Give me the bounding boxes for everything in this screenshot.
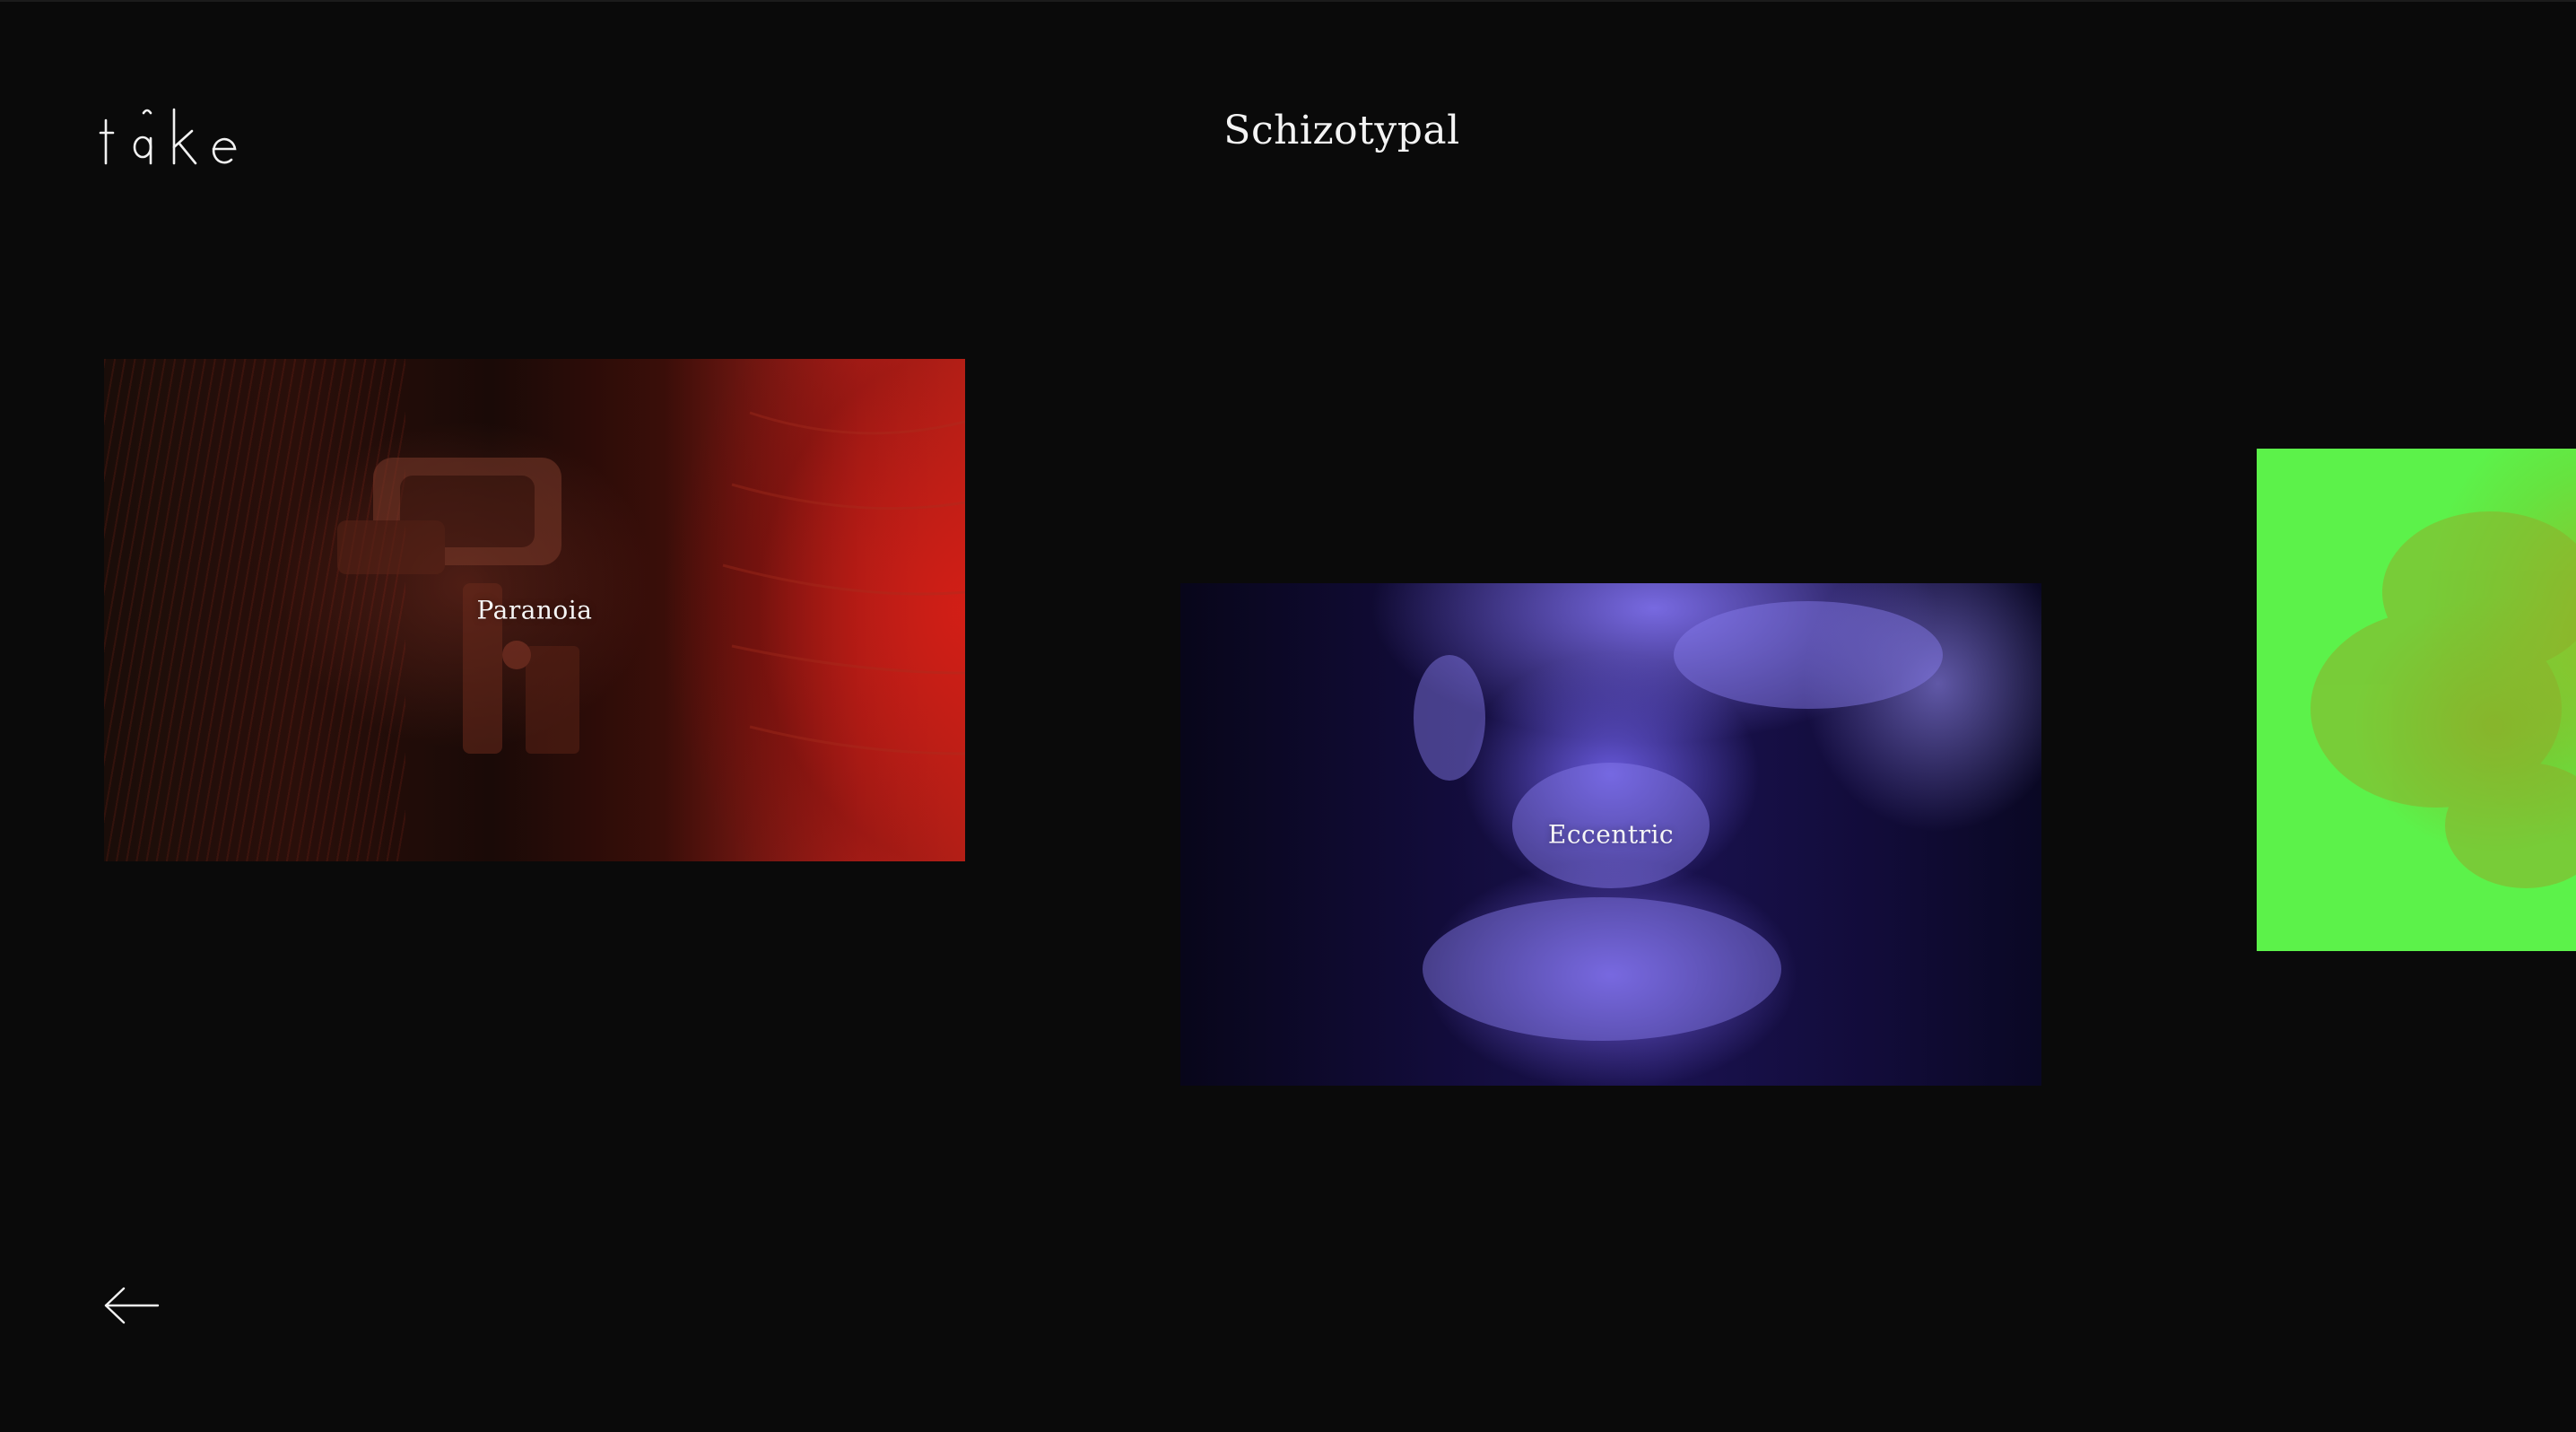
logo-wordmark-icon: [99, 108, 237, 165]
back-button[interactable]: [102, 1285, 161, 1326]
arrow-left-icon: [104, 1287, 160, 1324]
gallery-card-paranoia[interactable]: Paranoia: [104, 359, 965, 861]
site-logo[interactable]: [99, 100, 269, 172]
gallery-card-partial[interactable]: [2257, 449, 2576, 951]
top-divider: [0, 0, 2576, 2]
card-label: Paranoia: [476, 595, 593, 625]
page-title: Schizotypal: [1223, 108, 1460, 153]
card-label: Eccentric: [1547, 819, 1675, 850]
green-smoke-image: [2311, 511, 2576, 888]
gallery-card-eccentric[interactable]: Eccentric: [1180, 583, 2041, 1086]
